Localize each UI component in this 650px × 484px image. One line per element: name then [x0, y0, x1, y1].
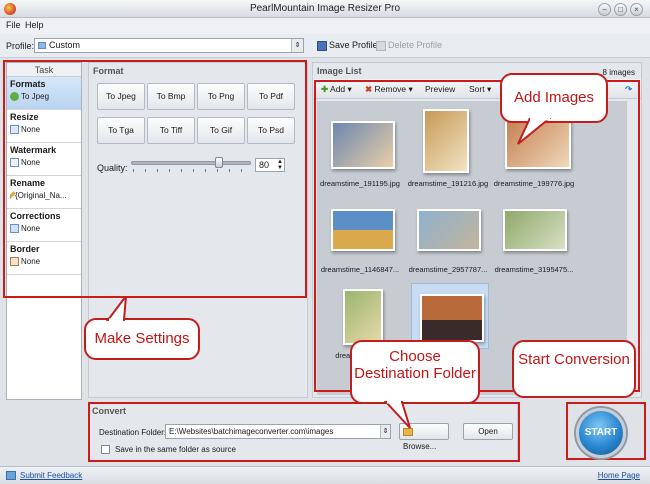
maximize-button[interactable]: □: [614, 3, 627, 16]
submit-feedback-link[interactable]: Submit Feedback: [20, 471, 82, 480]
delete-profile-button[interactable]: Delete Profile: [376, 40, 442, 51]
start-button[interactable]: START: [576, 408, 626, 458]
callout-add-images: Add Images: [500, 73, 608, 123]
window-title: PearlMountain Image Resizer Pro: [249, 3, 401, 14]
callout-destination-pointer: [383, 400, 411, 429]
settings-highlight-box: [3, 60, 307, 298]
profile-label: Profile:: [6, 41, 35, 51]
close-button[interactable]: ×: [630, 3, 643, 16]
save-icon: [317, 40, 327, 51]
profile-select[interactable]: Custom ⇕: [34, 38, 304, 53]
profile-bar: Profile: Custom ⇕ Save Profile Delete Pr…: [0, 34, 650, 58]
menu-file[interactable]: File: [6, 20, 21, 30]
image-count: 8 images: [602, 68, 635, 77]
callout-make-settings: Make Settings: [84, 318, 200, 360]
menu-bar: File Help: [0, 18, 650, 34]
menu-help[interactable]: Help: [25, 20, 44, 30]
minimize-button[interactable]: –: [598, 3, 611, 16]
callout-destination: Choose Destination Folder: [350, 340, 480, 404]
save-profile-button[interactable]: Save Profile: [317, 40, 378, 51]
delete-icon: [376, 40, 386, 51]
save-profile-label: Save Profile: [329, 40, 378, 50]
feedback-icon: [6, 471, 16, 480]
chevron-down-icon: ⇕: [291, 39, 303, 52]
profile-icon: [38, 42, 46, 49]
convert-highlight-box: [88, 402, 520, 462]
profile-value: Custom: [49, 40, 81, 50]
title-bar: PearlMountain Image Resizer Pro – □ ×: [0, 0, 650, 18]
delete-profile-label: Delete Profile: [388, 40, 443, 50]
status-bar: Submit Feedback Home Page: [0, 466, 650, 484]
start-area: START: [566, 402, 646, 460]
callout-add-images-pointer: [517, 118, 552, 145]
image-list-title: Image List: [317, 66, 362, 76]
callout-make-settings-pointer: [106, 296, 128, 322]
home-page-link[interactable]: Home Page: [598, 471, 640, 480]
callout-start-conversion: Start Conversion: [512, 340, 636, 398]
